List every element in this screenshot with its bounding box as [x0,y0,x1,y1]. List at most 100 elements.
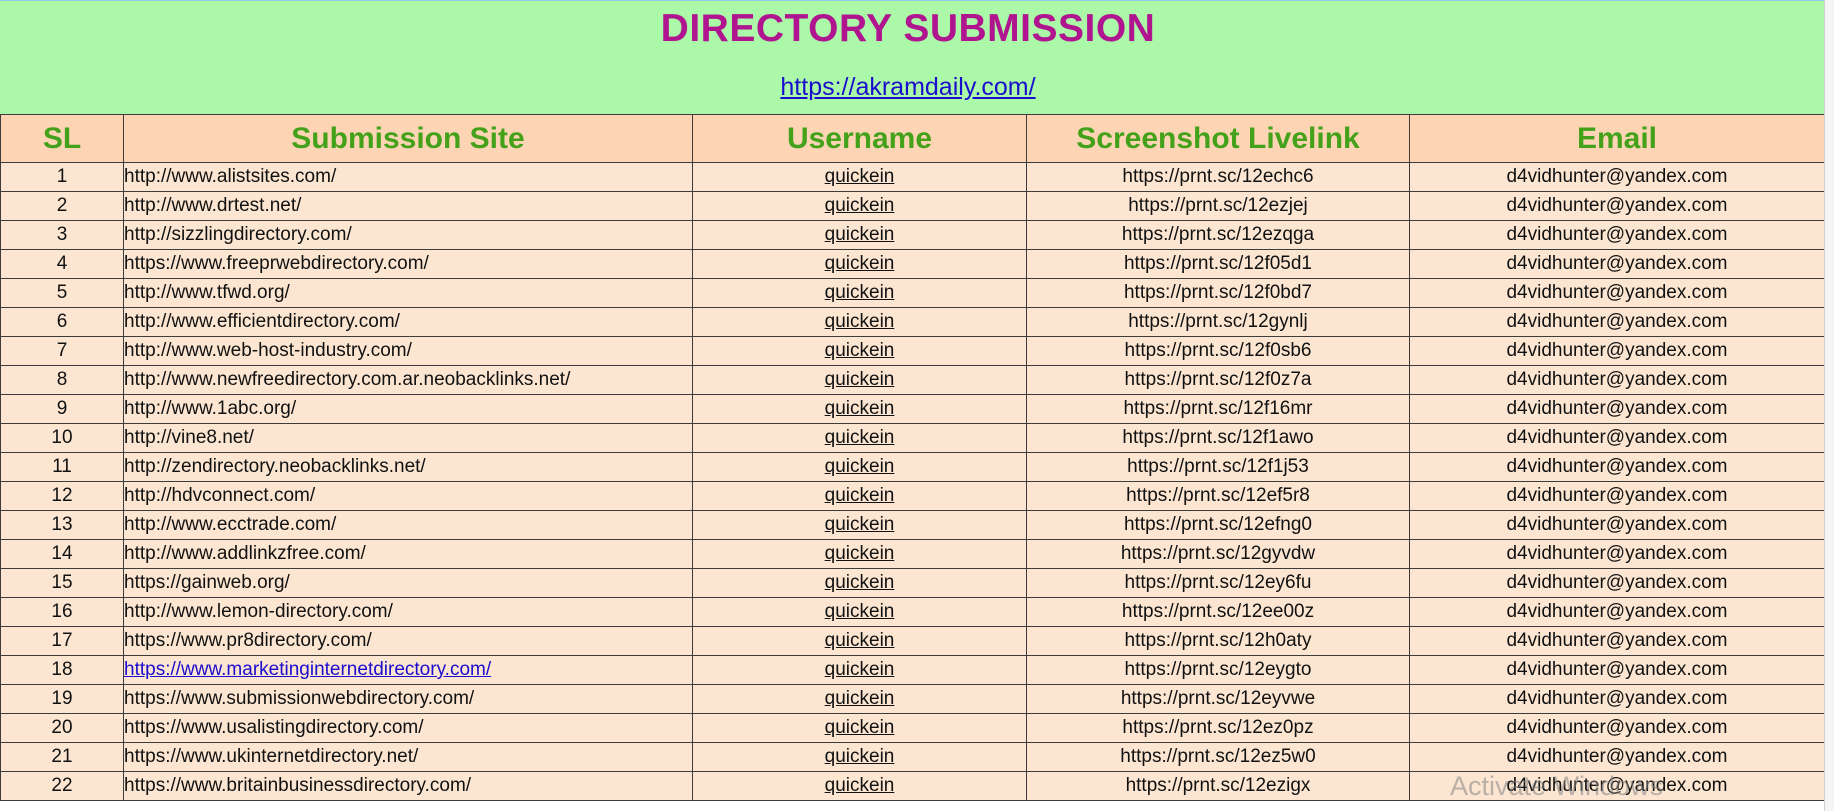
cell-username-link[interactable]: quickein [825,514,895,535]
cell-email[interactable]: d4vidhunter@yandex.com [1409,742,1825,772]
cell-screenshot-livelink[interactable]: https://prnt.sc/12f05d1 [1026,249,1410,279]
cell-email[interactable]: d4vidhunter@yandex.com [1409,713,1825,743]
cell-submission-site[interactable]: https://www.britainbusinessdirectory.com… [123,771,693,801]
cell-email[interactable]: d4vidhunter@yandex.com [1409,684,1825,714]
cell-email[interactable]: d4vidhunter@yandex.com [1409,510,1825,540]
cell-submission-site[interactable]: http://www.lemon-directory.com/ [123,597,693,627]
cell-username[interactable]: quickein [692,220,1027,250]
cell-submission-site[interactable]: http://www.newfreedirectory.com.ar.neoba… [123,365,693,395]
cell-username-link[interactable]: quickein [825,427,895,448]
cell-username-link[interactable]: quickein [825,456,895,477]
cell-username[interactable]: quickein [692,307,1027,337]
cell-submission-site[interactable]: https://www.usalistingdirectory.com/ [123,713,693,743]
cell-screenshot-livelink[interactable]: https://prnt.sc/12eyvwe [1026,684,1410,714]
cell-screenshot-livelink[interactable]: https://prnt.sc/12f0sb6 [1026,336,1410,366]
column-header-username[interactable]: Username [692,114,1027,163]
cell-screenshot-livelink[interactable]: https://prnt.sc/12f1awo [1026,423,1410,453]
cell-username[interactable]: quickein [692,713,1027,743]
cell-sl[interactable]: 22 [0,771,124,801]
cell-submission-site[interactable]: https://gainweb.org/ [123,568,693,598]
cell-username[interactable]: quickein [692,510,1027,540]
cell-screenshot-livelink[interactable]: https://prnt.sc/12gyvdw [1026,539,1410,569]
column-header-screenshot-livelink[interactable]: Screenshot Livelink [1026,114,1410,163]
cell-submission-site[interactable]: http://www.drtest.net/ [123,191,693,221]
cell-screenshot-livelink[interactable]: https://prnt.sc/12echc6 [1026,162,1410,192]
cell-sl[interactable]: 2 [0,191,124,221]
cell-submission-site[interactable]: http://vine8.net/ [123,423,693,453]
cell-screenshot-livelink[interactable]: https://prnt.sc/12ef5r8 [1026,481,1410,511]
cell-username[interactable]: quickein [692,336,1027,366]
cell-email[interactable]: d4vidhunter@yandex.com [1409,162,1825,192]
cell-sl[interactable]: 15 [0,568,124,598]
cell-sl[interactable]: 7 [0,336,124,366]
cell-username[interactable]: quickein [692,249,1027,279]
cell-username[interactable]: quickein [692,597,1027,627]
cell-username[interactable]: quickein [692,191,1027,221]
cell-submission-site[interactable]: http://www.alistsites.com/ [123,162,693,192]
cell-email[interactable]: d4vidhunter@yandex.com [1409,249,1825,279]
cell-submission-site[interactable]: http://www.1abc.org/ [123,394,693,424]
cell-email[interactable]: d4vidhunter@yandex.com [1409,481,1825,511]
cell-username[interactable]: quickein [692,162,1027,192]
cell-screenshot-livelink[interactable]: https://prnt.sc/12f0z7a [1026,365,1410,395]
cell-submission-site[interactable]: https://www.freeprwebdirectory.com/ [123,249,693,279]
cell-email[interactable]: d4vidhunter@yandex.com [1409,568,1825,598]
cell-screenshot-livelink[interactable]: https://prnt.sc/12ee00z [1026,597,1410,627]
cell-sl[interactable]: 18 [0,655,124,685]
cell-username-link[interactable]: quickein [825,572,895,593]
cell-submission-site[interactable]: http://www.web-host-industry.com/ [123,336,693,366]
cell-email[interactable]: d4vidhunter@yandex.com [1409,394,1825,424]
cell-submission-site[interactable]: https://www.marketinginternetdirectory.c… [123,655,693,685]
cell-sl[interactable]: 16 [0,597,124,627]
cell-sl[interactable]: 11 [0,452,124,482]
cell-username[interactable]: quickein [692,539,1027,569]
cell-username[interactable]: quickein [692,481,1027,511]
cell-sl[interactable]: 21 [0,742,124,772]
cell-username-link[interactable]: quickein [825,485,895,506]
cell-email[interactable]: d4vidhunter@yandex.com [1409,597,1825,627]
cell-submission-site[interactable]: https://www.pr8directory.com/ [123,626,693,656]
cell-username-link[interactable]: quickein [825,398,895,419]
cell-username-link[interactable]: quickein [825,543,895,564]
cell-sl[interactable]: 6 [0,307,124,337]
cell-sl[interactable]: 1 [0,162,124,192]
cell-email[interactable]: d4vidhunter@yandex.com [1409,336,1825,366]
cell-username[interactable]: quickein [692,365,1027,395]
cell-username-link[interactable]: quickein [825,369,895,390]
cell-username-link[interactable]: quickein [825,630,895,651]
cell-email[interactable]: d4vidhunter@yandex.com [1409,626,1825,656]
cell-username-link[interactable]: quickein [825,659,895,680]
cell-email[interactable]: d4vidhunter@yandex.com [1409,191,1825,221]
cell-sl[interactable]: 8 [0,365,124,395]
cell-screenshot-livelink[interactable]: https://prnt.sc/12eygto [1026,655,1410,685]
cell-screenshot-livelink[interactable]: https://prnt.sc/12ezigx [1026,771,1410,801]
cell-email[interactable]: d4vidhunter@yandex.com [1409,539,1825,569]
cell-username-link[interactable]: quickein [825,717,895,738]
cell-email[interactable]: d4vidhunter@yandex.com [1409,423,1825,453]
cell-submission-site[interactable]: http://www.efficientdirectory.com/ [123,307,693,337]
cell-screenshot-livelink[interactable]: https://prnt.sc/12h0aty [1026,626,1410,656]
cell-sl[interactable]: 19 [0,684,124,714]
cell-screenshot-livelink[interactable]: https://prnt.sc/12efng0 [1026,510,1410,540]
cell-screenshot-livelink[interactable]: https://prnt.sc/12ez5w0 [1026,742,1410,772]
cell-username-link[interactable]: quickein [825,224,895,245]
cell-sl[interactable]: 10 [0,423,124,453]
cell-sl[interactable]: 3 [0,220,124,250]
cell-screenshot-livelink[interactable]: https://prnt.sc/12ez0pz [1026,713,1410,743]
cell-submission-site[interactable]: https://www.ukinternetdirectory.net/ [123,742,693,772]
cell-screenshot-livelink[interactable]: https://prnt.sc/12gynlj [1026,307,1410,337]
cell-submission-site[interactable]: https://www.submissionwebdirectory.com/ [123,684,693,714]
cell-username-link[interactable]: quickein [825,775,895,796]
cell-screenshot-livelink[interactable]: https://prnt.sc/12f16mr [1026,394,1410,424]
cell-screenshot-livelink[interactable]: https://prnt.sc/12ey6fu [1026,568,1410,598]
cell-username[interactable]: quickein [692,626,1027,656]
cell-sl[interactable]: 13 [0,510,124,540]
cell-username-link[interactable]: quickein [825,195,895,216]
cell-sl[interactable]: 4 [0,249,124,279]
cell-submission-site[interactable]: http://www.tfwd.org/ [123,278,693,308]
column-header-sl[interactable]: SL [0,114,124,163]
cell-screenshot-livelink[interactable]: https://prnt.sc/12f1j53 [1026,452,1410,482]
cell-sl[interactable]: 14 [0,539,124,569]
cell-username-link[interactable]: quickein [825,282,895,303]
cell-screenshot-livelink[interactable]: https://prnt.sc/12ezqga [1026,220,1410,250]
